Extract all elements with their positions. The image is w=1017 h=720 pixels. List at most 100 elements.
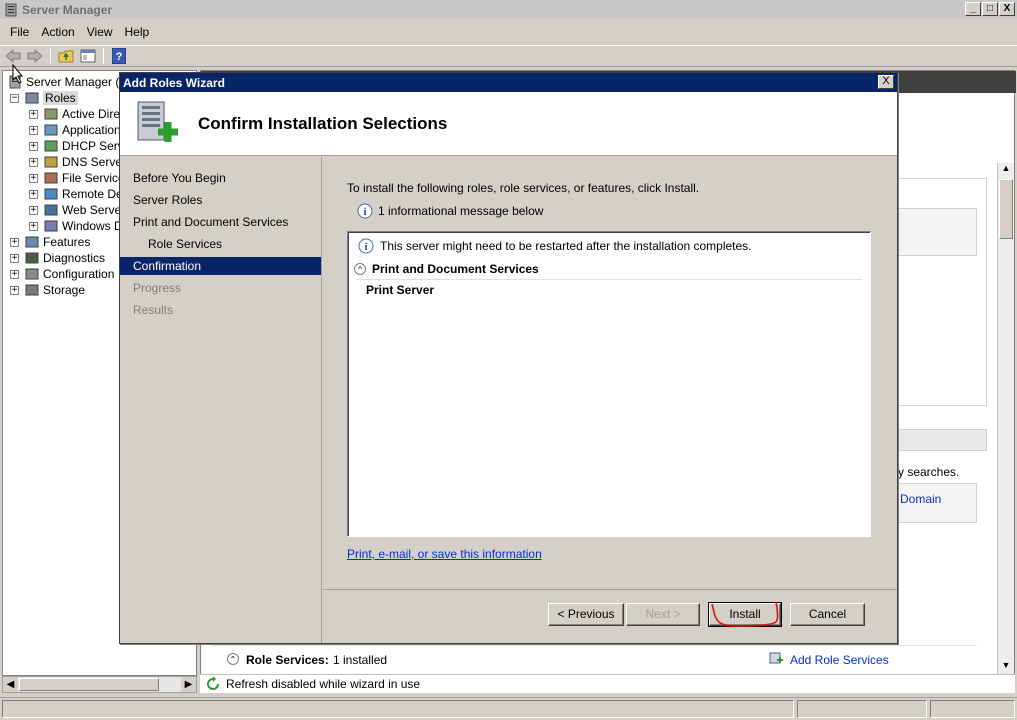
domain-link[interactable]: Domain [900,492,941,506]
role-services-row: ⌃ Role Services: 1 installed Add Role Se… [211,645,977,675]
wizard-step[interactable]: Print and Document Services [120,213,321,231]
wizard-step[interactable]: Before You Begin [120,169,321,187]
console-tree-icon [80,49,96,63]
tree-item-label: DNS Server [62,155,127,169]
back-arrow-icon [5,49,21,63]
tree-item[interactable]: + Features [10,234,90,250]
status-cell [2,700,794,718]
expand-icon[interactable]: + [29,221,38,231]
tree-item[interactable]: + Application [29,122,121,138]
tree-item[interactable]: + Windows De [29,218,129,234]
add-role-services-link[interactable]: Add Role Services [790,653,889,667]
wizard-step[interactable]: Role Services [120,235,321,253]
expand-icon[interactable]: + [10,253,19,263]
menu-help[interactable]: Help [119,25,156,39]
save-info-link[interactable]: Print, e-mail, or save this information [347,547,542,561]
wizard-step[interactable]: Confirmation [120,257,321,275]
forward-button[interactable] [26,47,44,65]
scroll-down-arrow-icon[interactable]: ▼ [998,660,1014,675]
show-hide-console-tree-button[interactable] [79,47,97,65]
previous-button[interactable]: < Previous [548,603,624,626]
next-button[interactable]: Next > [626,603,700,626]
info-count-text: 1 informational message below [378,204,544,218]
tree-item[interactable]: + Remote Des [29,186,129,202]
expand-icon[interactable]: + [29,205,38,215]
menu-view[interactable]: View [81,25,119,39]
tree-node-icon [25,236,39,248]
tree-node-icon [25,268,39,280]
tree-node-icon [25,252,39,264]
role-services-label: Role Services: [246,653,329,667]
back-button[interactable] [4,47,22,65]
wizard-titlebar: Add Roles Wizard X [120,73,897,92]
scrollbar-thumb[interactable] [19,678,159,691]
status-cell [797,700,927,718]
close-button[interactable]: X [999,2,1015,16]
menu-file[interactable]: File [4,25,35,39]
tree-item[interactable]: + Storage [10,282,85,298]
restart-message: i This server might need to be restarted… [358,238,752,254]
wizard-footer: < Previous Next > Install Cancel [323,589,897,643]
tree-horizontal-scrollbar[interactable]: ◀ ▶ [2,676,197,693]
details-vertical-scrollbar[interactable]: ▲ ▼ [997,163,1014,675]
tree-item-label: Storage [43,283,86,297]
tree-item[interactable]: + Diagnostics [10,250,105,266]
tree-item[interactable]: + Configuration [10,266,114,282]
scroll-right-arrow-icon[interactable]: ▶ [181,677,196,692]
tree-item-label: Features [43,235,91,249]
tree-item[interactable]: + DHCP Serve [29,138,130,154]
wizard-heading: Confirm Installation Selections [198,114,448,133]
info-icon: i [358,238,374,254]
help-button[interactable]: ? [110,47,128,65]
expand-icon[interactable]: + [10,269,19,279]
menu-action[interactable]: Action [35,25,80,39]
minimize-button[interactable]: _ [965,2,981,16]
tree-root[interactable]: Server Manager (S [7,74,127,90]
collapse-icon[interactable]: − [10,93,19,103]
background-box [897,208,977,256]
expand-icon[interactable]: + [29,125,38,135]
maximize-button[interactable]: □ [982,2,998,16]
tree-item[interactable]: + Web Server [29,202,125,218]
searches-text: y searches. [898,465,960,479]
window-titlebar: Server Manager _ □ X [0,0,1017,19]
refresh-status-text: Refresh disabled while wizard in use [226,677,421,691]
tree-item[interactable]: − Roles [10,90,78,106]
tree-node-icon [25,92,39,104]
cancel-button[interactable]: Cancel [790,603,865,626]
expand-icon[interactable]: + [29,157,38,167]
scroll-up-arrow-icon[interactable]: ▲ [998,163,1014,178]
tree-item[interactable]: + Active Direc [29,106,126,122]
toolbar: ? [0,45,1017,67]
server-manager-icon [5,3,17,16]
collapse-icon[interactable]: ⌃ [227,653,239,665]
wizard-close-button[interactable]: X [878,75,894,89]
expand-icon[interactable]: + [10,285,19,295]
tree-node-icon [44,188,58,200]
tree-item-label: Active Direc [62,107,127,121]
toolbar-separator [50,48,51,64]
mouse-pointer-icon [12,64,24,84]
wizard-step: Progress [133,281,182,295]
wizard-header: Confirm Installation Selections [120,92,897,156]
background-section-header [897,429,987,451]
up-folder-button[interactable] [57,47,75,65]
scrollbar-thumb[interactable] [999,179,1013,239]
expand-icon[interactable]: + [29,109,38,119]
expand-icon[interactable]: + [10,237,19,247]
tree-item[interactable]: + DNS Server [29,154,126,170]
tree-node-icon [44,124,58,136]
tree-node-icon [44,108,58,120]
status-cell [930,700,1015,718]
tree-node-icon [44,172,58,184]
tree-node-icon [44,156,58,168]
tree-item[interactable]: + File Service [29,170,125,186]
expand-icon[interactable]: + [29,189,38,199]
scroll-left-arrow-icon[interactable]: ◀ [3,677,18,692]
collapse-icon[interactable]: ^ [354,263,366,275]
domain-box: Domain [897,483,977,523]
expand-icon[interactable]: + [29,141,38,151]
wizard-step[interactable]: Server Roles [120,191,321,209]
expand-icon[interactable]: + [29,173,38,183]
confirmation-list[interactable]: i This server might need to be restarted… [347,231,871,537]
